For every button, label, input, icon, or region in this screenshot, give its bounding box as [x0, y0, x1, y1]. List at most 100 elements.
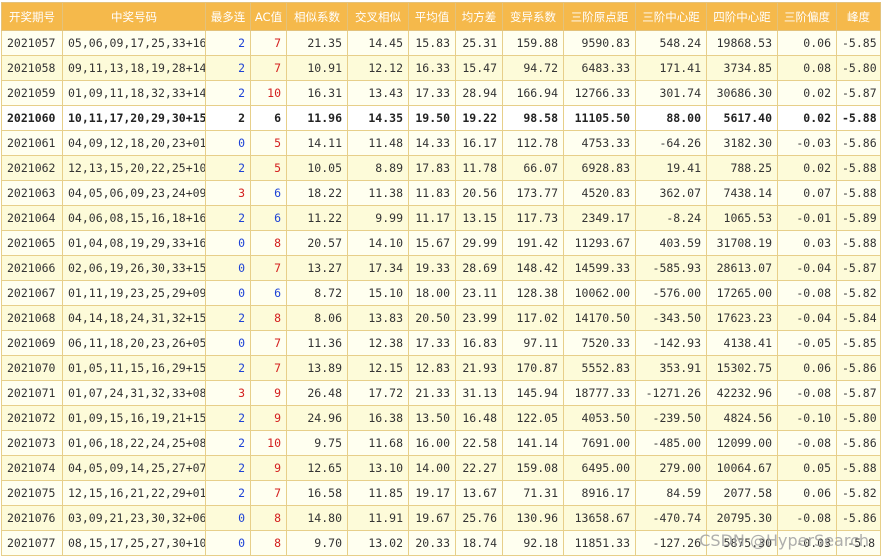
cell-third-raw-moment: 18777.33 — [563, 380, 636, 406]
cell-winning-numbers: 05,06,09,17,25,33+16 — [62, 30, 206, 56]
table-row[interactable]: 2021058 09,11,13,18,19,28+14 2 7 10.91 12.12 1… — [1, 55, 881, 81]
cell-kurtosis: -5.87 — [836, 255, 881, 281]
cell-ac-value: 8 — [250, 530, 287, 556]
cell-winning-numbers: 01,05,11,15,16,29+15 — [62, 355, 206, 381]
cell-kurtosis: -5.88 — [836, 155, 881, 181]
cell-period: 2021076 — [1, 505, 63, 531]
cell-std-dev: 23.11 — [455, 280, 503, 306]
table-row[interactable]: 2021073 01,06,18,22,24,25+08 2 10 9.75 11.68 1… — [1, 430, 881, 456]
cell-cross-similarity: 17.34 — [347, 255, 409, 281]
table-row[interactable]: 2021076 03,09,21,23,30,32+06 0 8 14.80 11.91 1… — [1, 505, 881, 531]
cell-coef-variation: 92.18 — [502, 530, 564, 556]
table-row[interactable]: 2021060 10,11,17,20,29,30+15 2 6 11.96 14.35 1… — [1, 105, 881, 131]
cell-cross-similarity: 14.45 — [347, 30, 409, 56]
cell-third-central-moment: 548.24 — [635, 30, 707, 56]
cell-mean: 18.00 — [408, 280, 456, 306]
header-ac-value[interactable]: AC值 — [250, 2, 287, 31]
cell-max-consecutive: 2 — [205, 480, 251, 506]
cell-kurtosis: -5.80 — [836, 405, 881, 431]
table-row[interactable]: 2021068 04,14,18,24,31,32+15 2 8 8.06 13.83 20… — [1, 305, 881, 331]
header-cross-similarity[interactable]: 交叉相似 — [347, 2, 409, 31]
cell-similarity: 13.89 — [286, 355, 348, 381]
cell-similarity: 24.96 — [286, 405, 348, 431]
cell-ac-value: 8 — [250, 305, 287, 331]
table-row[interactable]: 2021062 12,13,15,20,22,25+10 2 5 10.05 8.89 17… — [1, 155, 881, 181]
table-row[interactable]: 2021075 12,15,16,21,22,29+01 2 7 16.58 11.85 1… — [1, 480, 881, 506]
cell-winning-numbers: 10,11,17,20,29,30+15 — [62, 105, 206, 131]
table-row[interactable]: 2021074 04,05,09,14,25,27+07 2 9 12.65 13.10 1… — [1, 455, 881, 481]
table-row[interactable]: 2021065 01,04,08,19,29,33+16 0 8 20.57 14.10 1… — [1, 230, 881, 256]
cell-cross-similarity: 14.10 — [347, 230, 409, 256]
cell-kurtosis: -5.86 — [836, 430, 881, 456]
header-winning-numbers[interactable]: 中奖号码 — [62, 2, 206, 31]
table-row[interactable]: 2021061 04,09,12,18,20,23+01 0 5 14.11 11.48 1… — [1, 130, 881, 156]
cell-period: 2021066 — [1, 255, 63, 281]
header-coef-variation[interactable]: 变异系数 — [502, 2, 564, 31]
cell-kurtosis: -5.85 — [836, 330, 881, 356]
cell-fourth-central-moment: 30686.30 — [706, 80, 778, 106]
table-row[interactable]: 2021059 01,09,11,18,32,33+14 2 10 16.31 13.43… — [1, 80, 881, 106]
header-max-consecutive[interactable]: 最多连 — [205, 2, 251, 31]
cell-similarity: 11.22 — [286, 205, 348, 231]
cell-skewness: 0.06 — [777, 30, 837, 56]
header-period[interactable]: 开奖期号 — [1, 2, 63, 31]
cell-third-raw-moment: 5552.83 — [563, 355, 636, 381]
cell-third-raw-moment: 6495.00 — [563, 455, 636, 481]
cell-kurtosis: -5.82 — [836, 480, 881, 506]
cell-mean: 19.67 — [408, 505, 456, 531]
cell-period: 2021070 — [1, 355, 63, 381]
header-fourth-central-moment[interactable]: 四阶中心距 — [706, 2, 778, 31]
table-row[interactable]: 2021071 01,07,24,31,32,33+08 3 9 26.48 17.72 2… — [1, 380, 881, 406]
header-third-central-moment[interactable]: 三阶中心距 — [635, 2, 707, 31]
table-row[interactable]: 2021063 04,05,06,09,23,24+09 3 6 18.22 11.38 1… — [1, 180, 881, 206]
cell-winning-numbers: 12,15,16,21,22,29+01 — [62, 480, 206, 506]
table-row[interactable]: 2021070 01,05,11,15,16,29+15 2 7 13.89 12.15 1… — [1, 355, 881, 381]
cell-period: 2021077 — [1, 530, 63, 556]
table-row[interactable]: 2021067 01,11,19,23,25,29+09 0 6 8.72 15.10 18… — [1, 280, 881, 306]
cell-coef-variation: 97.11 — [502, 330, 564, 356]
table-row[interactable]: 2021057 05,06,09,17,25,33+16 2 7 21.35 14.45 1… — [1, 30, 881, 56]
cell-skewness: 0.06 — [777, 480, 837, 506]
table-row[interactable]: 2021072 01,09,15,16,19,21+15 2 9 24.96 16.38 1… — [1, 405, 881, 431]
cell-fourth-central-moment: 31708.19 — [706, 230, 778, 256]
header-mean[interactable]: 平均值 — [408, 2, 456, 31]
header-third-raw-moment[interactable]: 三阶原点距 — [563, 2, 636, 31]
cell-third-central-moment: -64.26 — [635, 130, 707, 156]
cell-winning-numbers: 12,13,15,20,22,25+10 — [62, 155, 206, 181]
cell-coef-variation: 117.73 — [502, 205, 564, 231]
table-row[interactable]: 2021064 04,06,08,15,16,18+16 2 6 11.22 9.99 11… — [1, 205, 881, 231]
table-row[interactable]: 2021066 02,06,19,26,30,33+15 0 7 13.27 17.34 1… — [1, 255, 881, 281]
cell-skewness: -0.04 — [777, 305, 837, 331]
cell-std-dev: 21.93 — [455, 355, 503, 381]
header-similarity[interactable]: 相似系数 — [286, 2, 348, 31]
cell-period: 2021062 — [1, 155, 63, 181]
cell-skewness: -0.05 — [777, 330, 837, 356]
cell-std-dev: 16.83 — [455, 330, 503, 356]
cell-period: 2021057 — [1, 30, 63, 56]
cell-coef-variation: 148.42 — [502, 255, 564, 281]
header-skewness[interactable]: 三阶偏度 — [777, 2, 837, 31]
cell-third-raw-moment: 8916.17 — [563, 480, 636, 506]
cell-std-dev: 13.15 — [455, 205, 503, 231]
header-std-dev[interactable]: 均方差 — [455, 2, 503, 31]
cell-max-consecutive: 0 — [205, 230, 251, 256]
cell-skewness: 0.05 — [777, 455, 837, 481]
cell-ac-value: 7 — [250, 30, 287, 56]
cell-third-central-moment: 362.07 — [635, 180, 707, 206]
cell-period: 2021064 — [1, 205, 63, 231]
cell-cross-similarity: 9.99 — [347, 205, 409, 231]
header-kurtosis[interactable]: 峰度 — [836, 2, 881, 31]
cell-period: 2021073 — [1, 430, 63, 456]
cell-fourth-central-moment: 3734.85 — [706, 55, 778, 81]
table-row[interactable]: 2021077 08,15,17,25,27,30+10 0 8 9.70 13.02 20… — [1, 530, 881, 556]
cell-cross-similarity: 13.43 — [347, 80, 409, 106]
cell-max-consecutive: 2 — [205, 430, 251, 456]
cell-mean: 19.17 — [408, 480, 456, 506]
cell-winning-numbers: 04,05,09,14,25,27+07 — [62, 455, 206, 481]
table-row[interactable]: 2021069 06,11,18,20,23,26+05 0 7 11.36 12.38 1… — [1, 330, 881, 356]
cell-period: 2021069 — [1, 330, 63, 356]
cell-fourth-central-moment: 10064.67 — [706, 455, 778, 481]
cell-ac-value: 10 — [250, 80, 287, 106]
cell-mean: 17.33 — [408, 330, 456, 356]
cell-third-central-moment: 88.00 — [635, 105, 707, 131]
